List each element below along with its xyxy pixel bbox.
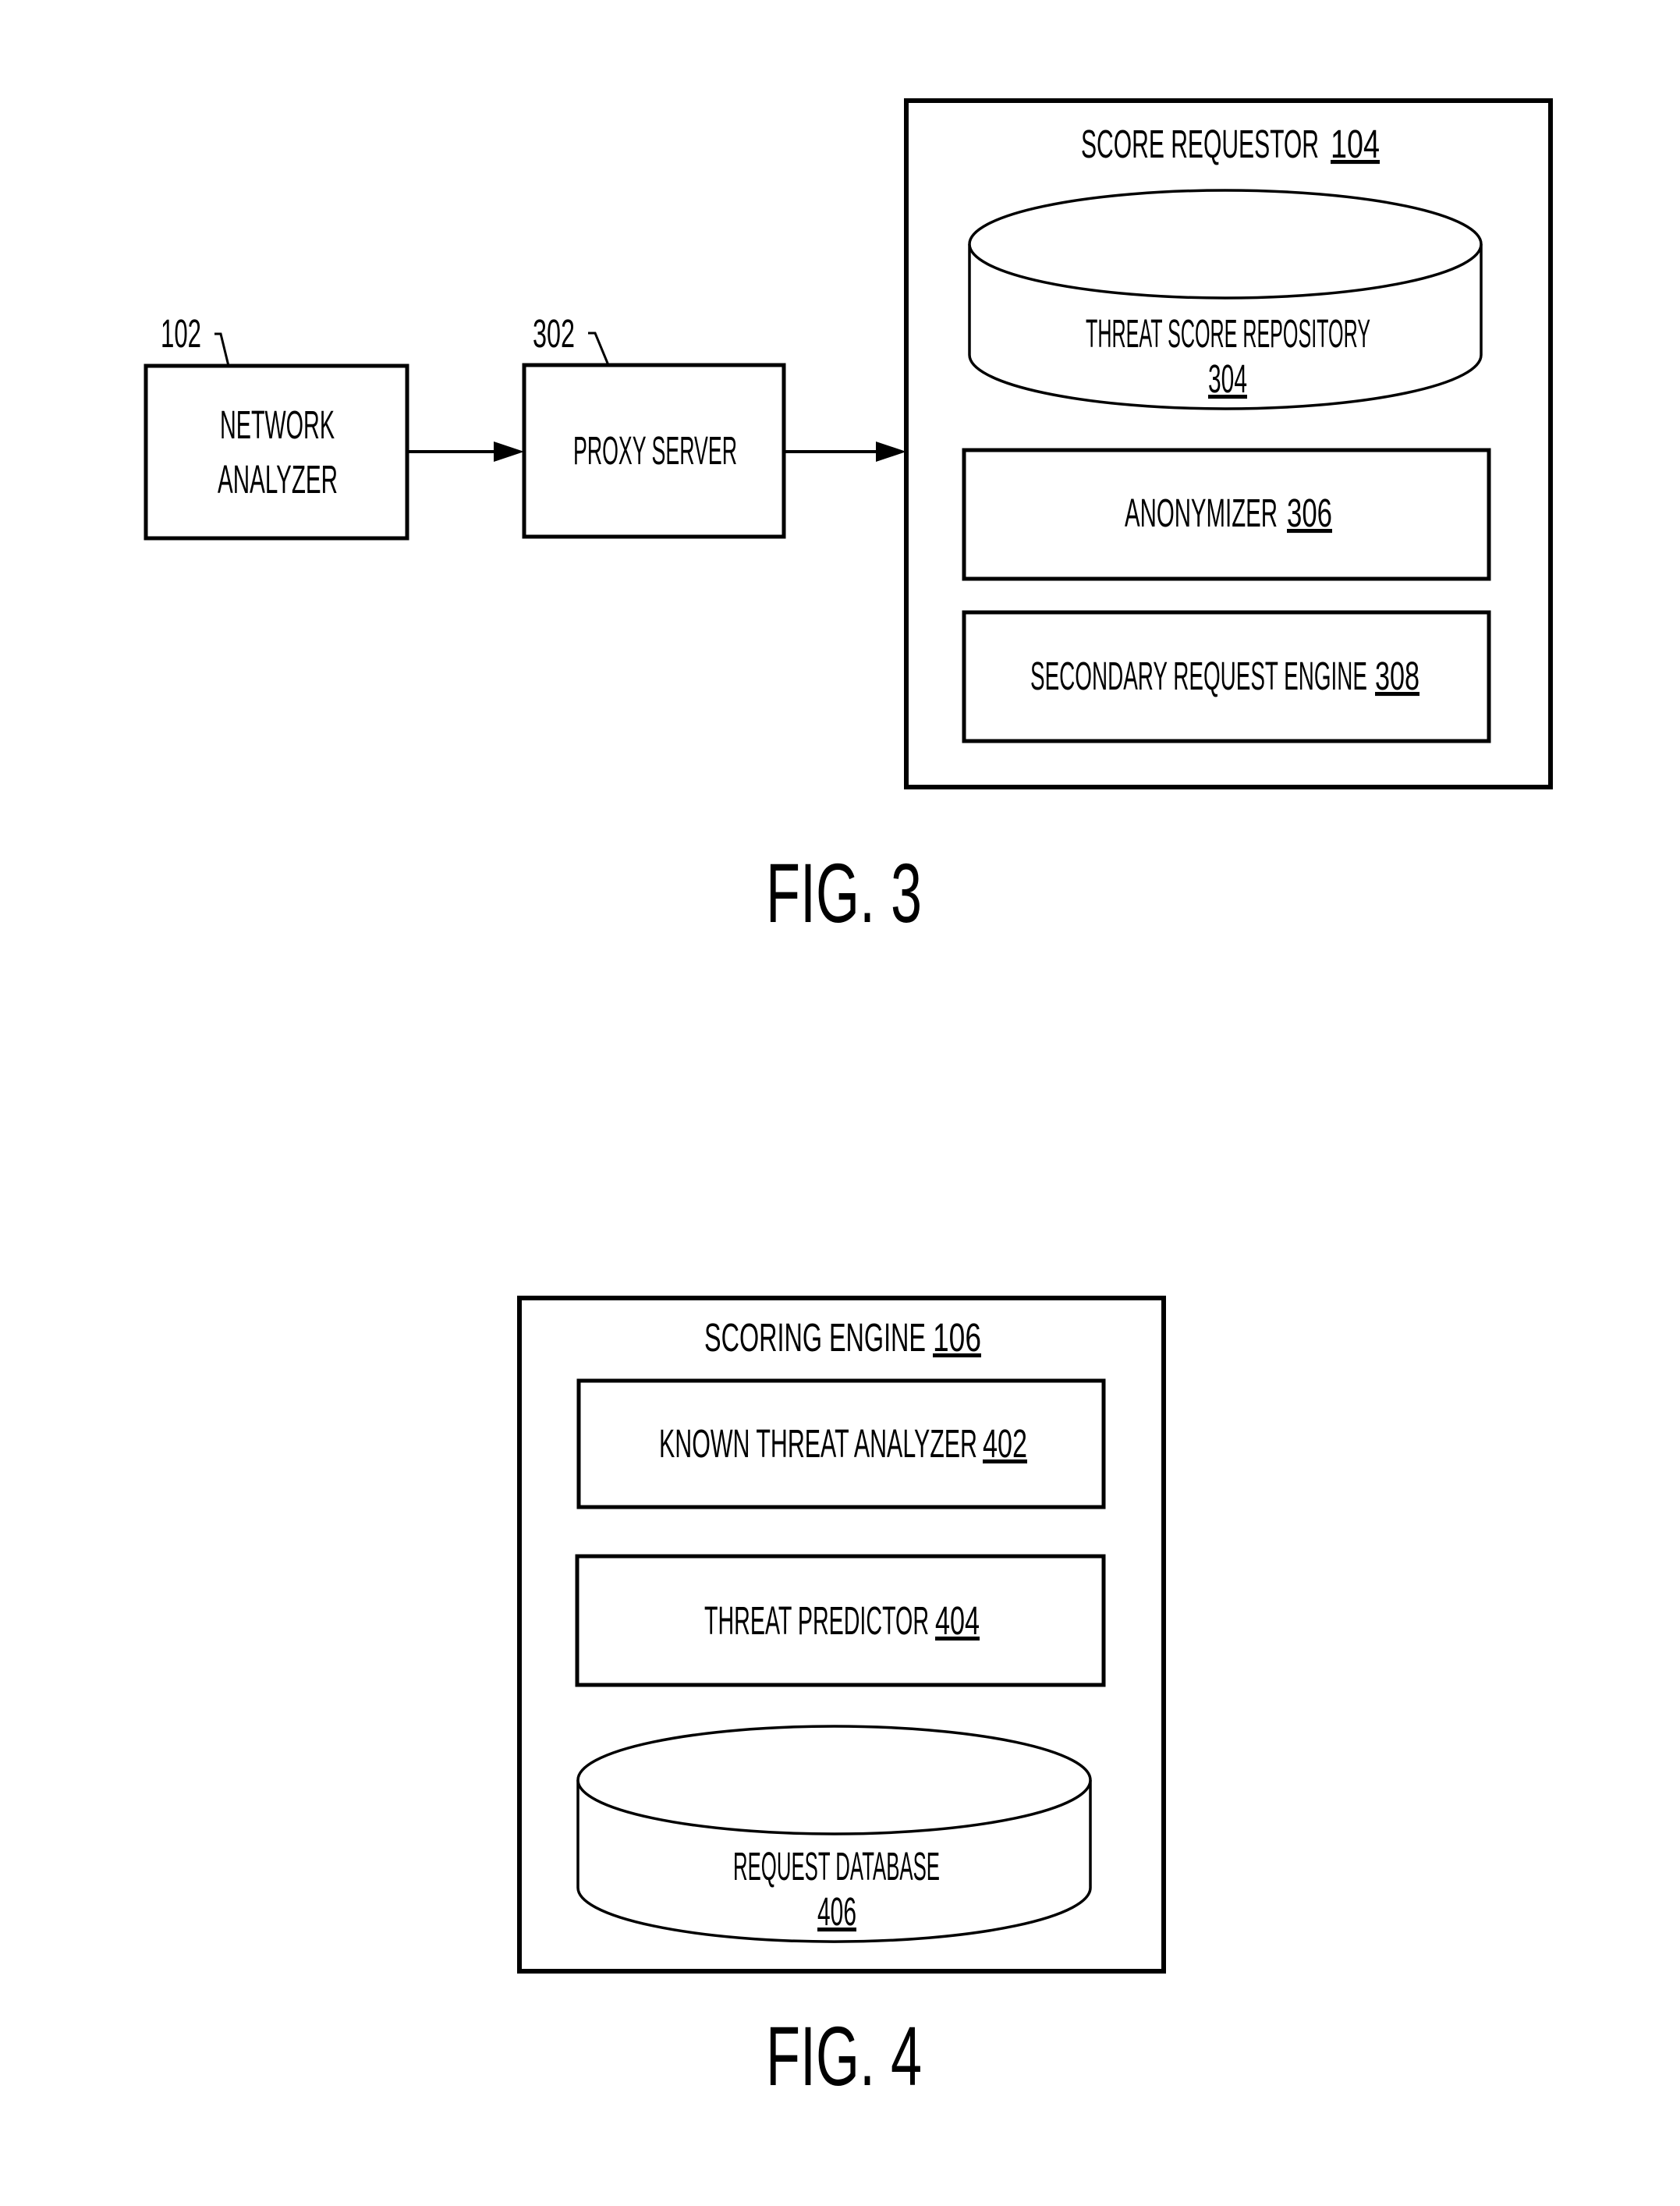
- network-analyzer-node: 102 NETWORK ANALYZER: [144, 311, 409, 541]
- proxy-server-leader-line: [588, 332, 610, 366]
- arrow-proxy-server-to-score-requestor: [784, 442, 906, 462]
- scoring-engine-container: SCORING ENGINE 106 KNOWN THREAT ANALYZER…: [517, 1296, 1166, 1974]
- threat-predictor-label: THREAT PREDICTOR: [704, 1598, 929, 1643]
- network-analyzer-box: [144, 364, 409, 541]
- figure-3-caption: FIG. 3: [766, 846, 922, 940]
- figure-4-caption: FIG. 4: [766, 2009, 922, 2103]
- database-cylinder-top: [576, 1725, 1092, 1835]
- score-requestor-container: SCORE REQUESTOR 104 THREAT SCORE REPOSIT…: [904, 98, 1553, 789]
- network-analyzer-leader-line: [214, 332, 230, 367]
- secondary-request-engine-label: SECONDARY REQUEST ENGINE: [1030, 654, 1367, 698]
- request-database-label: REQUEST DATABASE: [733, 1844, 940, 1889]
- network-analyzer-label-line2: ANALYZER: [218, 457, 338, 502]
- network-analyzer-label-line1: NETWORK: [220, 403, 335, 447]
- proxy-server-label: PROXY SERVER: [573, 428, 737, 473]
- arrow-head-icon: [876, 442, 906, 462]
- anonymizer-node: ANONYMIZER 306: [962, 448, 1491, 581]
- database-cylinder-top: [968, 189, 1483, 300]
- figure-3: 102 NETWORK ANALYZER 302 PROXY SERVER SC…: [144, 98, 1553, 940]
- threat-score-repository-ref-numeral: 304: [1208, 356, 1247, 401]
- threat-predictor-node: THREAT PREDICTOR 404: [575, 1554, 1106, 1687]
- secondary-request-engine-ref-numeral: 308: [1375, 654, 1419, 698]
- scoring-engine-title: SCORING ENGINE: [704, 1315, 926, 1360]
- request-database-ref-numeral: 406: [817, 1889, 856, 1934]
- anonymizer-label: ANONYMIZER: [1125, 491, 1278, 535]
- proxy-server-node: 302 PROXY SERVER: [522, 311, 786, 539]
- arrow-network-analyzer-to-proxy-server: [407, 442, 524, 462]
- score-requestor-ref-numeral: 104: [1331, 122, 1380, 166]
- known-threat-analyzer-ref-numeral: 402: [983, 1421, 1027, 1466]
- known-threat-analyzer-label: KNOWN THREAT ANALYZER: [659, 1421, 977, 1466]
- threat-score-repository-database: THREAT SCORE REPOSITORY 304: [968, 189, 1483, 410]
- network-analyzer-ref-numeral: 102: [161, 311, 201, 356]
- secondary-request-engine-node: SECONDARY REQUEST ENGINE 308: [962, 610, 1491, 743]
- score-requestor-title: SCORE REQUESTOR: [1081, 122, 1319, 166]
- threat-score-repository-label: THREAT SCORE REPOSITORY: [1086, 311, 1370, 356]
- proxy-server-ref-numeral: 302: [533, 311, 575, 356]
- threat-predictor-ref-numeral: 404: [935, 1598, 980, 1643]
- scoring-engine-ref-numeral: 106: [933, 1315, 981, 1360]
- figure-4: SCORING ENGINE 106 KNOWN THREAT ANALYZER…: [517, 1296, 1166, 2103]
- patent-drawing-sheet: 102 NETWORK ANALYZER 302 PROXY SERVER SC…: [144, 98, 1553, 2103]
- request-database: REQUEST DATABASE 406: [576, 1725, 1092, 1943]
- known-threat-analyzer-node: KNOWN THREAT ANALYZER 402: [576, 1378, 1106, 1509]
- anonymizer-ref-numeral: 306: [1287, 491, 1332, 535]
- arrow-head-icon: [494, 442, 524, 462]
